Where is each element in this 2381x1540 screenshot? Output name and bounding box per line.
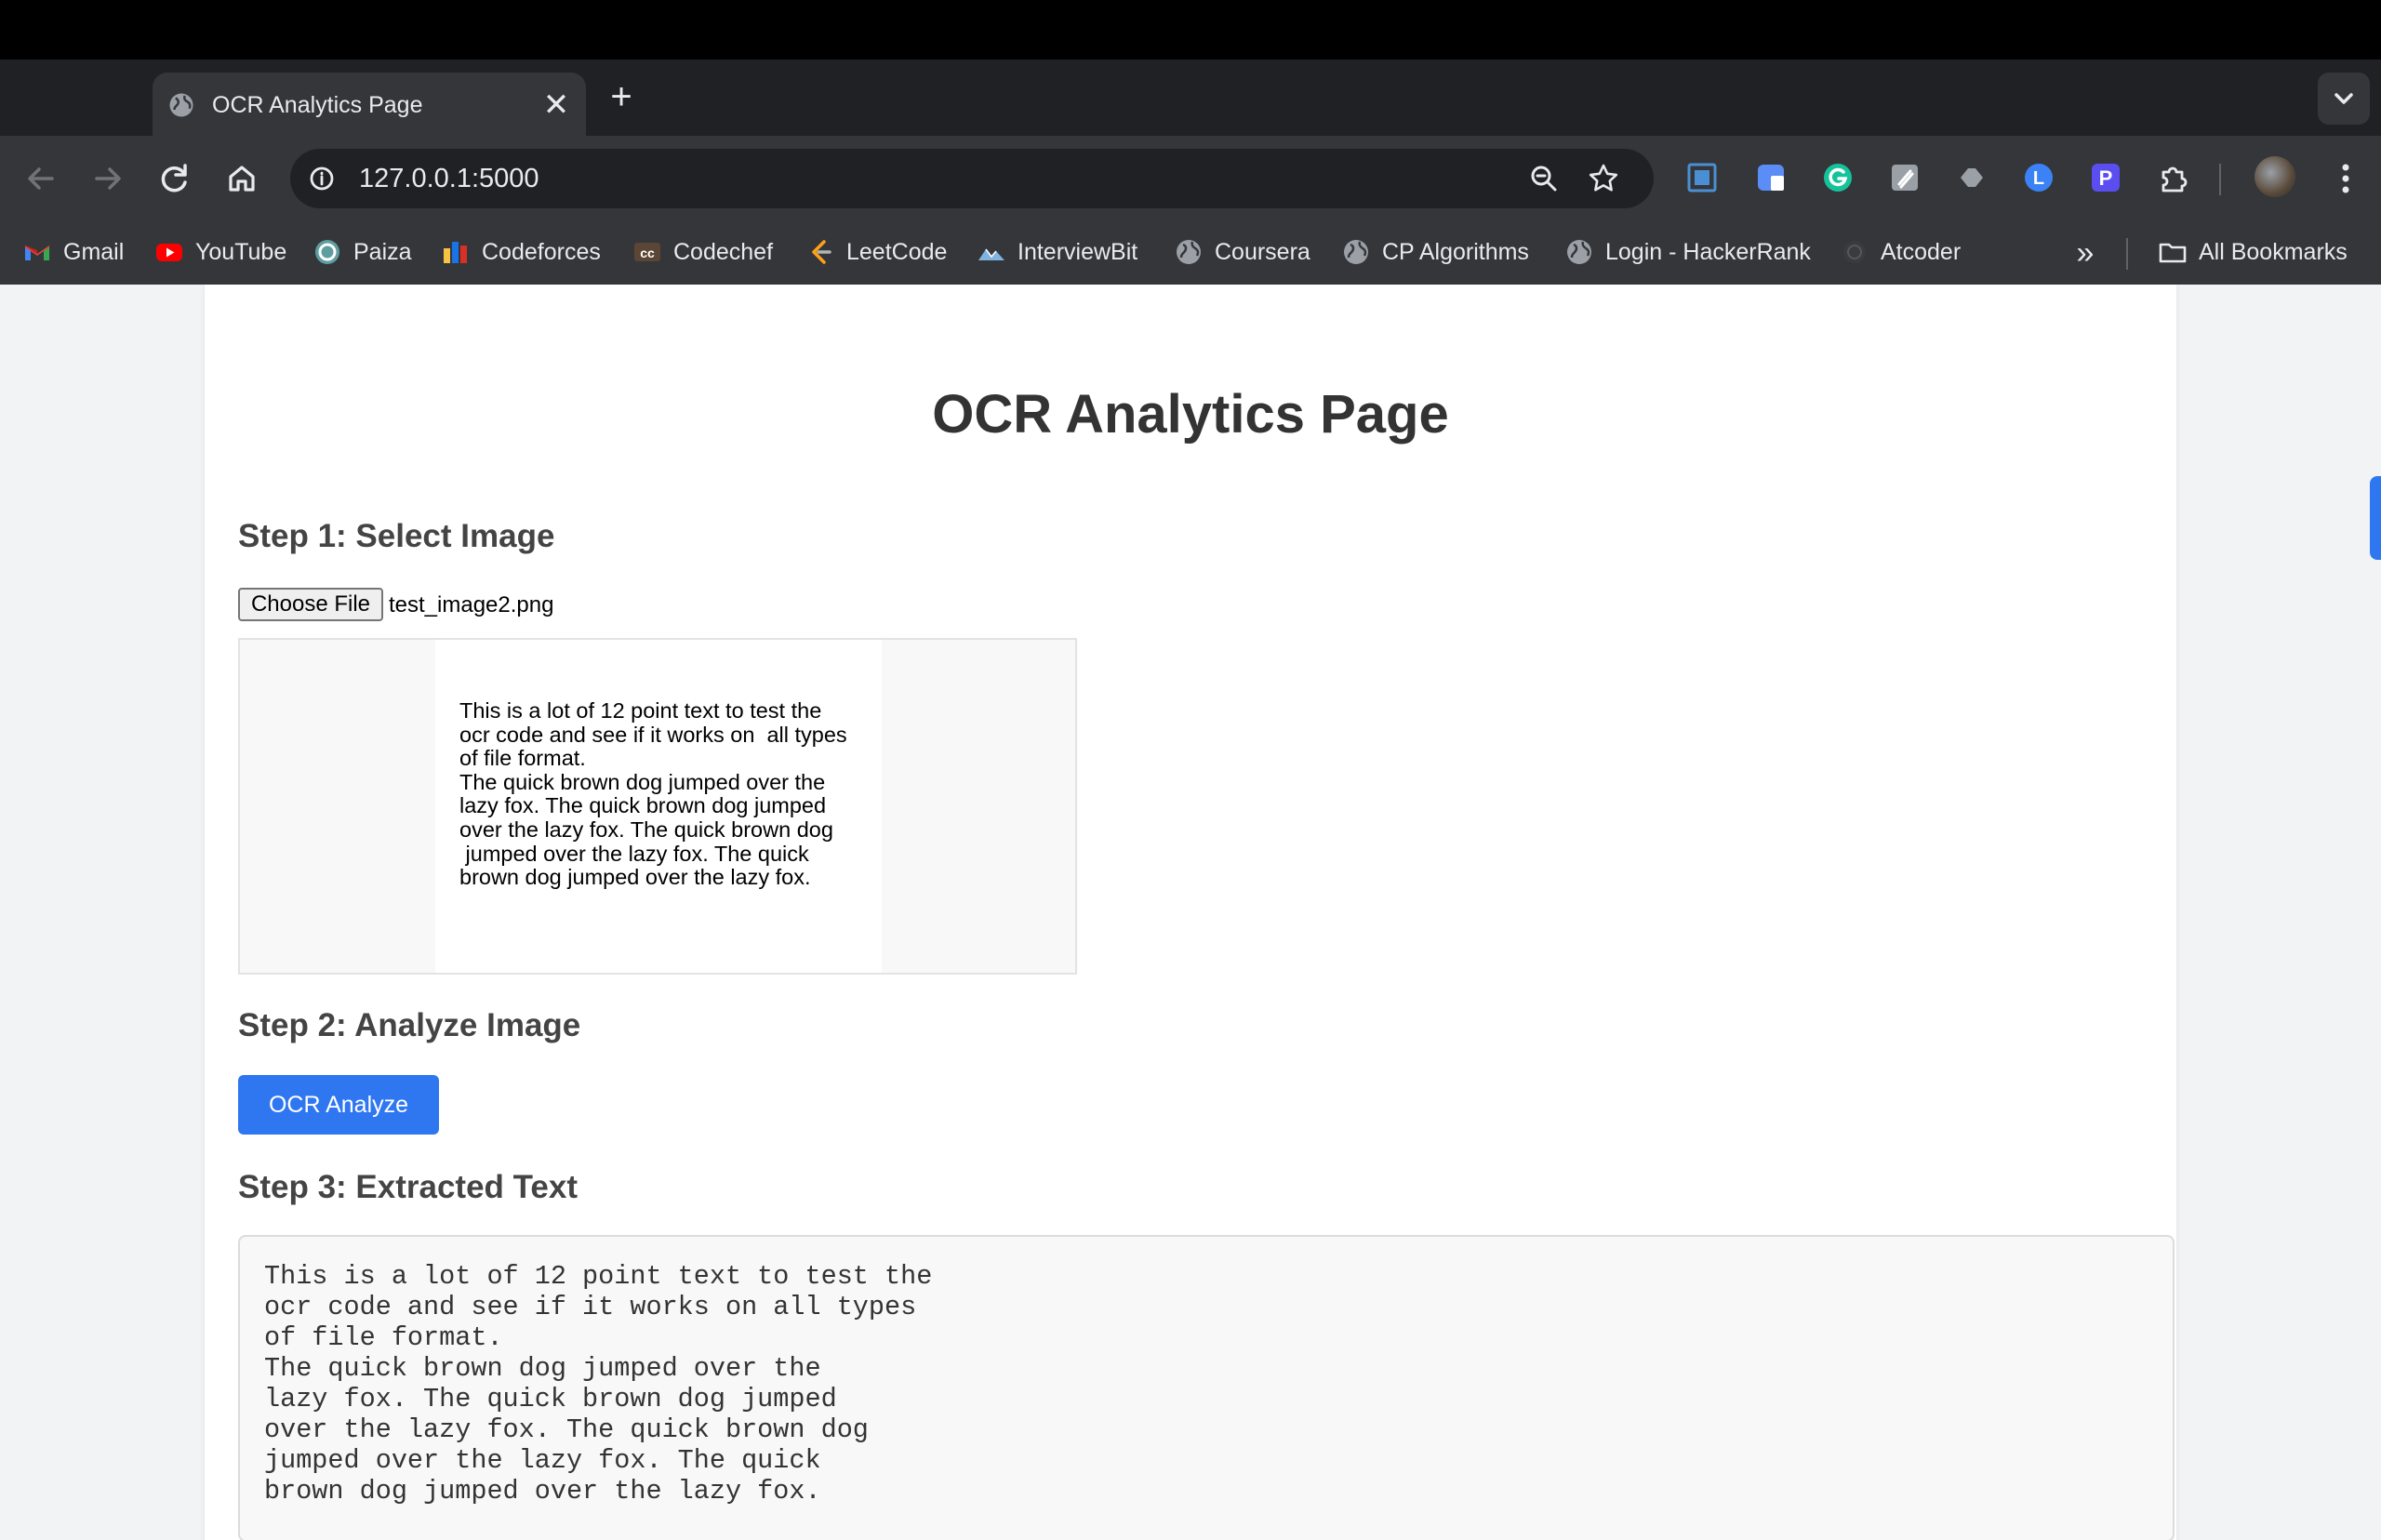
all-bookmarks[interactable]: All Bookmarks: [2158, 236, 2348, 268]
bookmark-codechef[interactable]: cc Codechef: [632, 236, 773, 268]
interviewbit-icon: [978, 248, 1004, 260]
codeforces-icon: [444, 242, 467, 263]
svg-text:L: L: [2033, 168, 2044, 189]
step2-heading: Step 2: Analyze Image: [238, 1007, 581, 1043]
tab-strip: OCR Analytics Page ✕ +: [0, 60, 2381, 136]
bookmark-interviewbit[interactable]: InterviewBit: [977, 236, 1137, 268]
url-text[interactable]: 127.0.0.1:5000: [359, 164, 539, 193]
globe-icon: [1177, 240, 1201, 264]
paiza-icon: [315, 240, 339, 264]
site-info-icon[interactable]: [303, 160, 340, 197]
bookmark-leetcode[interactable]: LeetCode: [805, 236, 947, 268]
back-arrow-icon[interactable]: [19, 156, 63, 201]
svg-text:P: P: [2099, 166, 2113, 190]
bookmark-codeforces[interactable]: Codeforces: [441, 236, 601, 268]
atcoder-icon: [1843, 241, 1866, 263]
svg-text:cc: cc: [640, 246, 655, 260]
bookmark-label: InterviewBit: [1018, 238, 1138, 265]
step1-heading: Step 1: Select Image: [238, 518, 555, 554]
page-viewport: OCR Analytics Page Step 1: Select Image …: [0, 285, 2381, 1540]
bookmark-atcoder[interactable]: Atcoder: [1840, 236, 1961, 268]
extracted-text: This is a lot of 12 point text to test t…: [264, 1261, 933, 1507]
bookmark-label: Login - HackerRank: [1605, 238, 1811, 265]
youtube-icon: [156, 244, 182, 261]
extensions-puzzle-icon[interactable]: [2154, 159, 2191, 196]
globe-icon: [1344, 240, 1368, 264]
ocr-analyze-button[interactable]: OCR Analyze: [238, 1075, 439, 1135]
main-card: OCR Analytics Page Step 1: Select Image …: [205, 285, 2176, 1540]
reload-icon[interactable]: [153, 156, 197, 201]
bookmark-cp-algorithms[interactable]: CP Algorithms: [1341, 236, 1529, 268]
chevron-down-icon: [2334, 93, 2353, 104]
step3-heading: Step 3: Extracted Text: [238, 1169, 579, 1205]
bookmark-label: Atcoder: [1881, 238, 1962, 265]
bookmark-youtube[interactable]: YouTube: [154, 236, 286, 268]
new-tab-button[interactable]: +: [603, 78, 640, 115]
bookmark-label: CP Algorithms: [1382, 238, 1529, 265]
bookmarks-overflow-icon[interactable]: »: [2067, 234, 2104, 272]
bookmark-hackerrank[interactable]: Login - HackerRank: [1564, 236, 1811, 268]
bookmark-coursera[interactable]: Coursera: [1174, 236, 1310, 268]
bookmark-paiza[interactable]: Paiza: [313, 236, 412, 268]
bookmark-label: Codeforces: [482, 238, 601, 265]
home-icon[interactable]: [219, 156, 264, 201]
selected-file-name: test_image2.png: [389, 592, 554, 617]
forward-arrow-icon[interactable]: [86, 156, 130, 201]
more-menu-icon[interactable]: [2325, 156, 2366, 201]
bookmarks-bar: Gmail YouTube Paiza Codeforces cc Codech…: [0, 221, 2381, 285]
tab-ocr-analytics[interactable]: OCR Analytics Page ✕: [153, 73, 586, 136]
grammarly-icon[interactable]: [1819, 159, 1856, 196]
bookmark-label: Coursera: [1215, 238, 1310, 265]
bookmarks-divider: [2126, 238, 2128, 270]
p-extension-icon[interactable]: P: [2087, 159, 2124, 196]
preview-image-text: This is a lot of 12 point text to test t…: [459, 698, 847, 890]
all-bookmarks-label: All Bookmarks: [2199, 238, 2348, 265]
puzzle-extension-icon[interactable]: [1953, 159, 1990, 196]
choose-file-button[interactable]: Choose File: [238, 588, 383, 621]
screen-top-bar: [0, 0, 2381, 60]
profile-avatar[interactable]: [2255, 156, 2295, 197]
bookmark-star-icon[interactable]: [1587, 162, 1620, 195]
toolbar-divider: [2219, 164, 2221, 195]
codechef-icon: cc: [634, 243, 660, 261]
page-title: OCR Analytics Page: [932, 384, 1449, 445]
notes-extension-icon[interactable]: [1752, 159, 1789, 196]
editor-extension-icon[interactable]: [1886, 159, 1923, 196]
extracted-text-box: This is a lot of 12 point text to test t…: [238, 1235, 2175, 1540]
bookmark-label: Gmail: [63, 238, 125, 265]
globe-icon: [169, 93, 193, 117]
tab-search-button[interactable]: [2318, 73, 2370, 125]
address-bar[interactable]: 127.0.0.1:5000: [290, 149, 1654, 208]
bookmark-label: YouTube: [195, 238, 287, 265]
bookmark-label: Paiza: [353, 238, 412, 265]
image-preview: This is a lot of 12 point text to test t…: [238, 638, 1077, 975]
side-panel-handle[interactable]: [2370, 476, 2381, 560]
browser-toolbar: 127.0.0.1:5000 L P: [0, 136, 2381, 221]
leetcode-extension-icon[interactable]: L: [2020, 159, 2057, 196]
tab-title: OCR Analytics Page: [212, 92, 423, 118]
zoom-icon[interactable]: [1527, 162, 1561, 195]
bookmark-gmail[interactable]: Gmail: [22, 236, 124, 268]
gmail-icon: [25, 246, 49, 260]
tab-close-icon[interactable]: ✕: [541, 89, 571, 121]
preview-image: This is a lot of 12 point text to test t…: [435, 640, 882, 973]
leetcode-icon: [812, 240, 831, 264]
bookmark-label: Codechef: [673, 238, 774, 265]
folder-icon: [2159, 243, 2187, 263]
screenshot-extension-icon[interactable]: [1683, 159, 1721, 196]
bookmark-label: LeetCode: [846, 238, 948, 265]
globe-icon: [1567, 240, 1591, 264]
